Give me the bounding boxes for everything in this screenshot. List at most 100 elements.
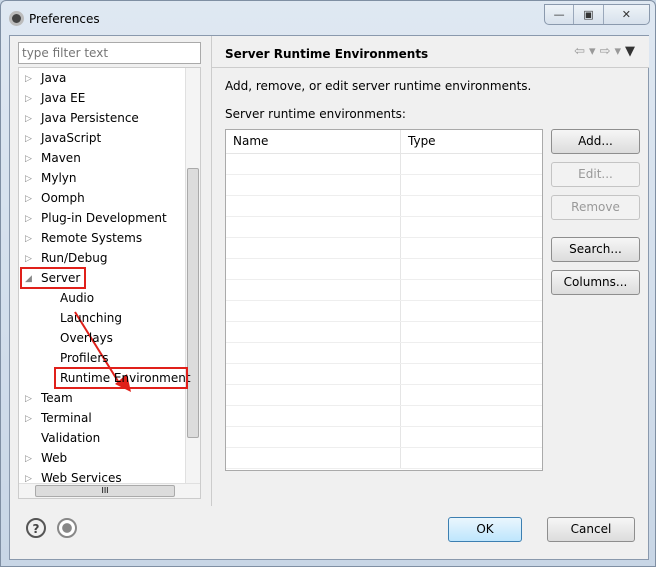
tree-item[interactable]: Terminal — [41, 408, 92, 428]
expand-icon[interactable]: ▷ — [25, 469, 35, 489]
cell — [226, 280, 401, 300]
expand-icon[interactable]: ▷ — [25, 189, 35, 209]
table-row[interactable] — [226, 448, 542, 469]
expand-icon[interactable]: ▷ — [25, 149, 35, 169]
filter-input[interactable] — [18, 42, 201, 64]
list-label: Server runtime environments: — [225, 107, 406, 121]
table-row[interactable] — [226, 406, 542, 427]
cell — [401, 448, 542, 468]
tree-item[interactable]: Overlays — [60, 328, 113, 348]
minimize-button[interactable]: — — [545, 5, 575, 24]
cell — [226, 259, 401, 279]
cancel-button[interactable]: Cancel — [547, 517, 635, 542]
expand-icon[interactable]: ▷ — [25, 229, 35, 249]
maximize-button[interactable]: ▣ — [574, 5, 604, 24]
table-row[interactable] — [226, 385, 542, 406]
cell — [226, 406, 401, 426]
highlight-box — [20, 267, 86, 289]
help-icon[interactable]: ? — [26, 518, 46, 538]
tree-item[interactable]: Profilers — [60, 348, 109, 368]
tree-item[interactable]: Audio — [60, 288, 94, 308]
close-button[interactable]: ✕ — [604, 5, 649, 24]
tree-item[interactable]: Plug-in Development — [41, 208, 167, 228]
expand-icon[interactable]: ▷ — [25, 209, 35, 229]
expand-icon[interactable]: ▷ — [25, 129, 35, 149]
scroll-thumb[interactable] — [187, 168, 199, 438]
table-row[interactable] — [226, 154, 542, 175]
table-row[interactable] — [226, 259, 542, 280]
table-row[interactable] — [226, 217, 542, 238]
cell — [401, 406, 542, 426]
runtime-table[interactable]: Name Type — [225, 129, 543, 471]
expand-icon[interactable]: ▷ — [25, 109, 35, 129]
highlight-box — [54, 367, 188, 389]
tree-item[interactable]: Web Services — [41, 468, 122, 488]
history-nav[interactable]: ⇦▾⇨▾▼ — [574, 44, 639, 59]
cell — [401, 385, 542, 405]
forward-arrow-icon[interactable]: ⇨ — [600, 44, 615, 59]
columns-button[interactable]: Columns... — [551, 270, 640, 295]
edit-button[interactable]: Edit... — [551, 162, 640, 187]
sash[interactable] — [211, 36, 212, 506]
cell — [226, 154, 401, 174]
expand-icon[interactable]: ▷ — [25, 409, 35, 429]
cell — [226, 385, 401, 405]
expand-icon[interactable]: ▷ — [25, 389, 35, 409]
tree-item[interactable]: JavaScript — [41, 128, 101, 148]
tree-item[interactable]: Java EE — [41, 88, 85, 108]
tree-item[interactable]: Team — [41, 388, 73, 408]
tree-item[interactable]: Mylyn — [41, 168, 77, 188]
table-row[interactable] — [226, 364, 542, 385]
cell — [226, 343, 401, 363]
tree-item[interactable]: Java Persistence — [41, 108, 139, 128]
chevron-down-icon[interactable]: ▾ — [614, 44, 625, 59]
column-name[interactable]: Name — [226, 130, 401, 153]
cell — [401, 322, 542, 342]
cell — [401, 196, 542, 216]
table-row[interactable] — [226, 280, 542, 301]
ok-button[interactable]: OK — [448, 517, 522, 542]
cell — [226, 427, 401, 447]
record-icon[interactable] — [57, 518, 77, 538]
cell — [401, 364, 542, 384]
column-type[interactable]: Type — [401, 130, 542, 153]
table-row[interactable] — [226, 427, 542, 448]
table-row[interactable] — [226, 301, 542, 322]
tree-item[interactable]: Validation — [41, 428, 100, 448]
vertical-scrollbar[interactable] — [185, 68, 200, 485]
cell — [226, 364, 401, 384]
cell — [401, 217, 542, 237]
expand-icon[interactable]: ▷ — [25, 249, 35, 269]
table-row[interactable] — [226, 238, 542, 259]
page-description: Add, remove, or edit server runtime envi… — [225, 79, 532, 93]
table-row[interactable] — [226, 196, 542, 217]
expand-icon[interactable]: ▷ — [25, 89, 35, 109]
window-controls: — ▣ ✕ — [544, 4, 650, 25]
tree-item[interactable]: Run/Debug — [41, 248, 108, 268]
cell — [226, 217, 401, 237]
cell — [401, 154, 542, 174]
remove-button[interactable]: Remove — [551, 195, 640, 220]
tree-item[interactable]: Maven — [41, 148, 81, 168]
cell — [401, 175, 542, 195]
chevron-down-icon[interactable]: ▾ — [589, 44, 600, 59]
add-button[interactable]: Add... — [551, 129, 640, 154]
tree-item[interactable]: Remote Systems — [41, 228, 142, 248]
cell — [226, 448, 401, 468]
expand-icon[interactable]: ▷ — [25, 169, 35, 189]
search-button[interactable]: Search... — [551, 237, 640, 262]
table-row[interactable] — [226, 175, 542, 196]
expand-icon[interactable]: ▷ — [25, 69, 35, 89]
table-row[interactable] — [226, 322, 542, 343]
cell — [226, 301, 401, 321]
back-arrow-icon[interactable]: ⇦ — [574, 44, 589, 59]
eclipse-app-icon — [9, 11, 24, 26]
tree-item[interactable]: Web — [41, 448, 67, 468]
view-menu-icon[interactable]: ▼ — [625, 44, 639, 59]
tree-item[interactable]: Oomph — [41, 188, 85, 208]
expand-icon[interactable]: ▷ — [25, 449, 35, 469]
tree-item[interactable]: Launching — [60, 308, 122, 328]
table-row[interactable] — [226, 343, 542, 364]
tree-item[interactable]: Java — [41, 68, 66, 88]
cell — [226, 238, 401, 258]
